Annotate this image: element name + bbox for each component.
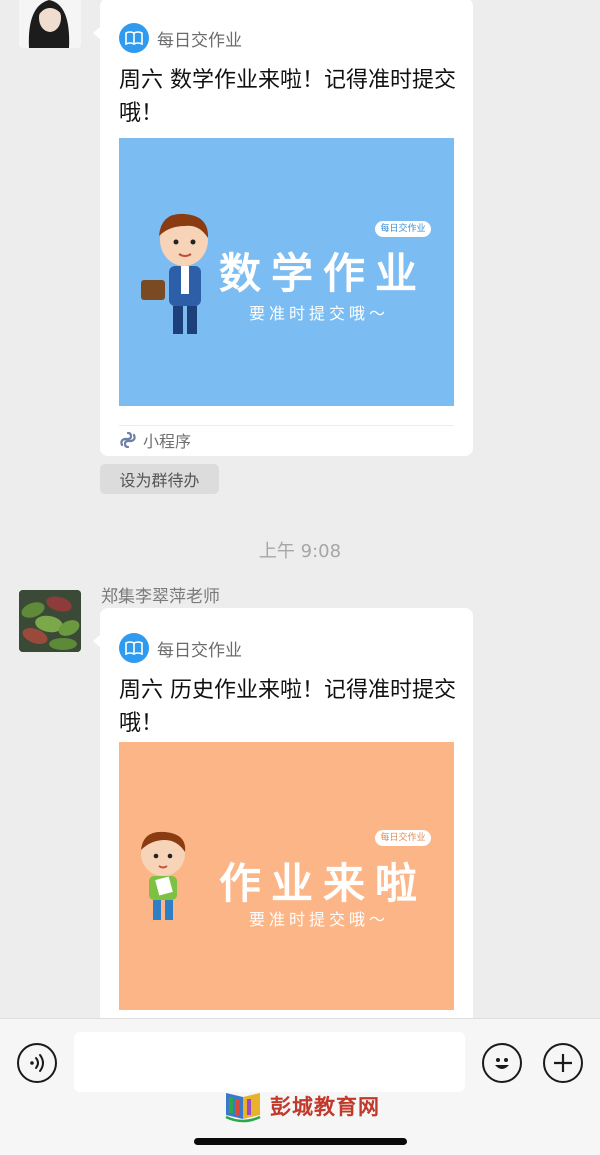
sender-avatar[interactable] — [19, 590, 81, 652]
sender-avatar[interactable] — [19, 0, 81, 48]
book-icon — [119, 633, 149, 663]
card-footer-label: 小程序 — [143, 432, 192, 451]
mini-program-name: 每日交作业 — [157, 30, 242, 51]
student-illustration — [141, 213, 209, 334]
mini-program-card[interactable]: 每日交作业 周六 数学作业来啦！记得准时提交哦！ 每日交作业 数学作业 要准时提… — [100, 0, 473, 456]
watermark: 彭城教育网 — [222, 1089, 380, 1123]
card-footer: 小程序 — [119, 428, 191, 452]
message-input[interactable] — [74, 1032, 465, 1092]
mini-program-icon — [120, 431, 136, 449]
time-separator: 上午 9:08 — [258, 541, 342, 562]
card-thumbnail: 每日交作业 作业来啦 要准时提交哦～ — [119, 742, 454, 1010]
mini-program-card[interactable]: 每日交作业 周六 历史作业来啦！记得准时提交哦！ 每日交作业 作业来啦 要准时提… — [100, 608, 473, 1028]
plus-icon[interactable] — [543, 1043, 583, 1083]
mini-program-header: 每日交作业 — [119, 632, 242, 664]
mini-program-name: 每日交作业 — [157, 640, 242, 661]
emoji-icon[interactable] — [482, 1043, 522, 1083]
card-thumbnail: 每日交作业 数学作业 要准时提交哦～ — [119, 138, 454, 406]
watermark-text: 彭城教育网 — [270, 1095, 380, 1119]
thumbnail-subline: 要准时提交哦～ — [249, 910, 390, 929]
child-illustration — [141, 831, 186, 920]
thumbnail-badge: 每日交作业 — [375, 221, 431, 237]
thumbnail-badge: 每日交作业 — [375, 830, 431, 846]
book-logo-icon — [225, 1093, 261, 1123]
home-indicator — [194, 1138, 407, 1145]
card-title: 周六 数学作业来啦！记得准时提交哦！ — [119, 68, 456, 126]
set-group-todo-button[interactable]: 设为群待办 — [100, 464, 219, 494]
mini-program-header: 每日交作业 — [119, 22, 242, 54]
voice-icon[interactable] — [17, 1043, 57, 1083]
card-divider — [119, 425, 454, 426]
sender-name: 郑集李翠萍老师 — [101, 587, 220, 607]
chat-input-bar: 彭城教育网 — [0, 1018, 600, 1155]
thumbnail-headline: 数学作业 — [219, 249, 428, 298]
thumbnail-headline: 作业来啦 — [219, 859, 428, 908]
book-icon — [119, 23, 149, 53]
thumbnail-subline: 要准时提交哦～ — [249, 304, 390, 323]
card-title: 周六 历史作业来啦！记得准时提交哦！ — [119, 678, 456, 736]
